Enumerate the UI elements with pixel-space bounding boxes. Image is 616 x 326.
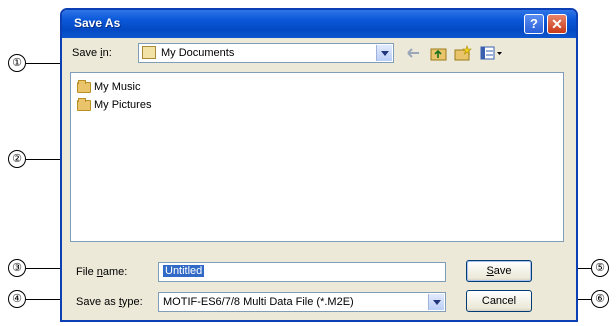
new-folder-icon <box>454 45 472 61</box>
callout-5: ⑤ <box>591 259 609 277</box>
close-button[interactable]: ✕ <box>547 14 567 34</box>
my-documents-icon <box>142 46 156 59</box>
new-folder-button[interactable] <box>454 45 472 61</box>
up-folder-button[interactable] <box>430 45 448 61</box>
list-item-label: My Pictures <box>94 99 152 111</box>
file-name-value: Untitled <box>163 265 205 277</box>
callout-2: ② <box>8 150 26 168</box>
file-name-field[interactable]: Untitled <box>158 262 446 282</box>
back-arrow-icon <box>407 48 419 58</box>
save-as-type-dropdown[interactable]: MOTIF-ES6/7/8 Multi Data File (*.M2E) <box>158 292 446 312</box>
view-menu-button[interactable] <box>480 45 504 61</box>
callout-4: ④ <box>8 290 26 308</box>
title-bar[interactable]: Save As ? ✕ <box>62 10 576 38</box>
save-as-type-value: MOTIF-ES6/7/8 Multi Data File (*.M2E) <box>163 296 354 308</box>
view-menu-icon <box>480 46 502 60</box>
help-icon: ? <box>530 16 538 31</box>
save-button-label: Save <box>486 265 512 277</box>
file-name-label: File name: <box>76 266 128 278</box>
callout-6: ⑥ <box>591 290 609 308</box>
save-in-value: My Documents <box>161 47 235 59</box>
help-button[interactable]: ? <box>524 14 544 34</box>
list-item[interactable]: My Music <box>77 79 140 95</box>
cancel-button[interactable]: Cancel <box>466 290 532 312</box>
save-in-dropdown[interactable]: My Documents <box>138 43 394 63</box>
close-icon: ✕ <box>551 16 563 32</box>
save-button[interactable]: Save <box>466 260 532 282</box>
dialog-title: Save As <box>74 16 121 30</box>
chevron-down-icon[interactable] <box>376 45 392 61</box>
list-item[interactable]: My Pictures <box>77 97 151 113</box>
cancel-button-label: Cancel <box>481 295 517 307</box>
folder-icon <box>77 79 91 93</box>
callout-1: ① <box>8 54 26 72</box>
chevron-down-icon[interactable] <box>428 294 444 310</box>
folder-icon <box>77 97 91 111</box>
list-item-label: My Music <box>94 81 141 93</box>
callout-3: ③ <box>8 259 26 277</box>
save-as-dialog: Save As ? ✕ Save in: My Documents My Mus… <box>60 8 578 322</box>
save-as-type-label: Save as type: <box>76 296 143 308</box>
save-in-label: Save in: <box>72 47 112 59</box>
back-button[interactable] <box>404 45 422 61</box>
up-folder-icon <box>430 48 447 61</box>
file-list[interactable]: My Music My Pictures <box>70 72 564 242</box>
